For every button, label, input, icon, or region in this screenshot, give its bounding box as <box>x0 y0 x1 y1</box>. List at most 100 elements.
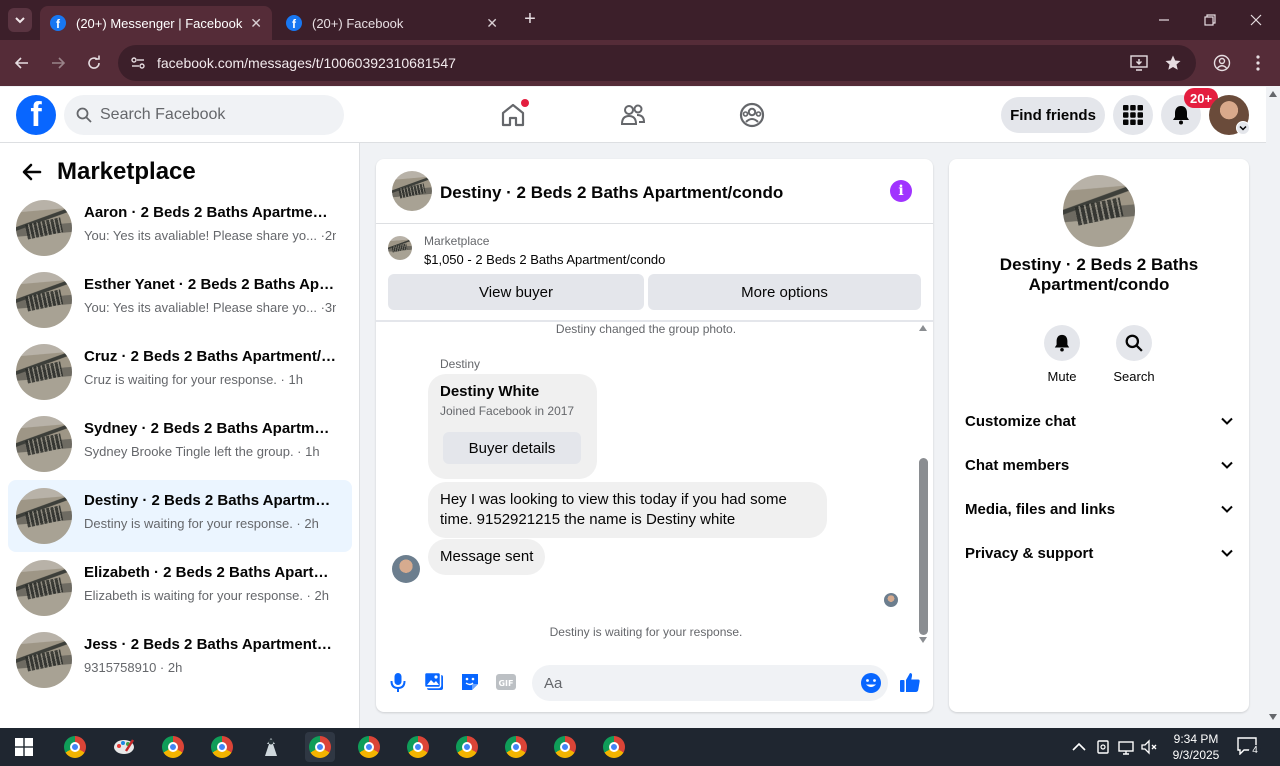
emoji-icon[interactable] <box>860 672 882 694</box>
listing-thumbnail <box>16 344 72 400</box>
chrome-taskbar-icon[interactable] <box>550 732 580 762</box>
start-button[interactable] <box>9 732 39 762</box>
friends-nav[interactable] <box>619 101 647 129</box>
chevron-down-icon <box>15 17 25 24</box>
close-icon[interactable]: ✕ <box>250 15 262 32</box>
chrome-taskbar-icon[interactable] <box>403 732 433 762</box>
listing-thumbnail[interactable] <box>1063 175 1135 247</box>
chat-members-section[interactable]: Chat members <box>965 453 1233 477</box>
chevron-down-icon[interactable] <box>1236 121 1250 135</box>
reload-button[interactable] <box>83 52 105 74</box>
address-bar[interactable]: facebook.com/messages/t/1006039231068154… <box>118 45 1196 81</box>
chrome-taskbar-icon[interactable] <box>158 732 188 762</box>
chrome-taskbar-icon[interactable] <box>452 732 482 762</box>
system-clock[interactable]: 9:34 PM 9/3/2025 <box>1168 731 1224 763</box>
tab-messenger[interactable]: f (20+) Messenger | Facebook ✕ <box>40 6 272 40</box>
minimize-icon[interactable] <box>1154 10 1174 30</box>
paint-taskbar-icon[interactable] <box>109 732 139 762</box>
chrome-taskbar-icon[interactable] <box>354 732 384 762</box>
chat-title[interactable]: Destiny · 2 Beds 2 Baths Apartment/condo <box>440 183 783 203</box>
scroll-down-icon[interactable] <box>1269 714 1277 720</box>
buyer-details-button[interactable]: Buyer details <box>443 432 581 464</box>
back-arrow-icon[interactable] <box>20 160 44 184</box>
more-options-button[interactable]: More options <box>648 274 921 310</box>
chrome-taskbar-icon[interactable] <box>599 732 629 762</box>
profile-icon <box>1213 54 1231 72</box>
chevron-down-icon <box>1221 417 1233 425</box>
message-composer[interactable] <box>532 665 888 701</box>
like-icon[interactable] <box>899 671 921 693</box>
chevron-up-icon[interactable] <box>1070 738 1088 756</box>
menu-button[interactable] <box>1113 95 1153 135</box>
browser-menu-button[interactable] <box>1247 52 1269 74</box>
info-icon[interactable]: i <box>890 180 912 202</box>
conversation-preview: Sydney Brooke Tingle left the group. · 1… <box>84 444 320 459</box>
scroll-down-icon[interactable] <box>919 637 927 643</box>
forward-button[interactable] <box>47 52 69 74</box>
site-settings-icon[interactable] <box>130 55 146 71</box>
chat-thumbnail[interactable] <box>392 171 432 211</box>
mute-button[interactable]: Mute <box>1032 325 1092 384</box>
clock-time: 9:34 PM <box>1173 732 1219 746</box>
conversation-item[interactable]: Aaron · 2 Beds 2 Baths Apartment/condo Y… <box>8 192 352 264</box>
tab-search-button[interactable] <box>8 8 32 32</box>
search-conversation-button[interactable]: Search <box>1104 325 1164 384</box>
close-icon[interactable]: ✕ <box>486 15 498 32</box>
search-icon <box>1116 325 1152 361</box>
scroll-up-icon[interactable] <box>919 325 927 331</box>
volume-muted-icon[interactable] <box>1140 738 1158 756</box>
new-tab-button[interactable]: + <box>520 9 540 30</box>
microphone-icon[interactable] <box>387 671 409 693</box>
groups-nav[interactable] <box>738 101 766 129</box>
buyer-card: Destiny White Joined Facebook in 2017 Bu… <box>428 374 597 479</box>
media-files-links-section[interactable]: Media, files and links <box>965 497 1233 521</box>
home-nav[interactable] <box>499 99 529 129</box>
chrome-taskbar-icon[interactable] <box>207 732 237 762</box>
privacy-support-section[interactable]: Privacy & support <box>965 541 1233 565</box>
back-button[interactable] <box>11 52 33 74</box>
sender-avatar[interactable] <box>392 555 420 583</box>
chrome-taskbar-icon[interactable] <box>60 732 90 762</box>
search-input[interactable] <box>100 95 336 135</box>
tab-facebook[interactable]: f (20+) Facebook ✕ <box>276 6 508 40</box>
sticker-icon[interactable] <box>459 671 481 693</box>
customize-chat-section[interactable]: Customize chat <box>965 409 1233 433</box>
scrollbar-thumb[interactable] <box>919 458 928 635</box>
listing-thumbnail <box>16 200 72 256</box>
url-text[interactable]: facebook.com/messages/t/1006039231068154… <box>157 55 456 71</box>
install-app-icon[interactable] <box>1130 55 1148 71</box>
message-input[interactable] <box>544 665 844 701</box>
facebook-search[interactable] <box>64 95 344 135</box>
conversation-item[interactable]: Esther Yanet · 2 Beds 2 Baths Apartment/… <box>8 264 352 336</box>
find-friends-button[interactable]: Find friends <box>1001 97 1105 133</box>
arrow-left-icon <box>14 57 28 69</box>
device-icon[interactable] <box>1094 738 1112 756</box>
message-bubble[interactable]: Message sent <box>428 539 546 575</box>
buyer-joined-date: Joined Facebook in 2017 <box>440 404 575 418</box>
listing-price-title: $1,050 - 2 Beds 2 Baths Apartment/condo <box>424 252 666 267</box>
chrome-taskbar-icon[interactable] <box>305 732 335 762</box>
restore-icon[interactable] <box>1200 10 1220 30</box>
conversation-item-active[interactable]: Destiny · 2 Beds 2 Baths Apartment/condo… <box>8 480 352 552</box>
facebook-logo-icon[interactable]: f <box>16 95 56 135</box>
chrome-taskbar-icon[interactable] <box>501 732 531 762</box>
profile-button[interactable] <box>1211 52 1233 74</box>
view-buyer-button[interactable]: View buyer <box>388 274 644 310</box>
chevron-down-icon <box>1221 505 1233 513</box>
conversation-item[interactable]: Jess · 2 Beds 2 Baths Apartment/condo 93… <box>8 624 352 696</box>
scroll-up-icon[interactable] <box>1269 91 1277 97</box>
action-center-button[interactable]: 4 <box>1237 737 1261 757</box>
conversation-item[interactable]: Sydney · 2 Beds 2 Baths Apartment/condo … <box>8 408 352 480</box>
window-close-icon[interactable] <box>1246 10 1266 30</box>
gif-icon[interactable]: GIF <box>495 671 517 693</box>
app-taskbar-icon[interactable] <box>256 732 286 762</box>
page-scrollbar[interactable] <box>1266 87 1280 728</box>
network-icon[interactable] <box>1117 738 1135 756</box>
bell-icon <box>1173 106 1189 125</box>
bookmark-star-icon[interactable] <box>1164 54 1182 72</box>
photo-icon[interactable] <box>423 671 445 693</box>
message-bubble[interactable]: Hey I was looking to view this today if … <box>428 482 827 538</box>
panel-title: Marketplace <box>57 158 196 185</box>
conversation-item[interactable]: Cruz · 2 Beds 2 Baths Apartment/condo Cr… <box>8 336 352 408</box>
conversation-item[interactable]: Elizabeth · 2 Beds 2 Baths Apartment/con… <box>8 552 352 624</box>
